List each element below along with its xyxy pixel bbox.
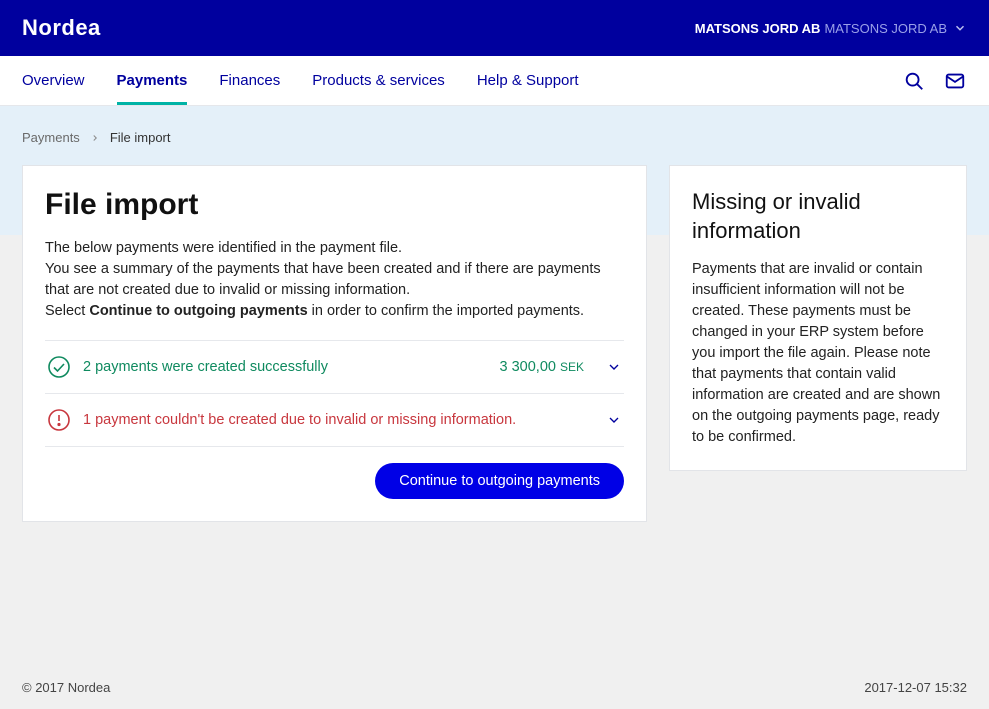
main-card: File import The below payments were iden… — [22, 165, 647, 522]
logo: Nordea — [22, 15, 101, 41]
chevron-right-icon — [90, 133, 100, 143]
mail-icon[interactable] — [943, 70, 967, 92]
footer-copyright: © 2017 Nordea — [22, 680, 110, 695]
account-switcher[interactable]: MATSONS JORD AB MATSONS JORD AB — [695, 21, 967, 36]
nav-overview[interactable]: Overview — [22, 56, 101, 105]
main-nav: Overview Payments Finances Products & se… — [0, 56, 989, 106]
breadcrumb: Payments File import — [22, 130, 967, 145]
status-row-success[interactable]: 2 payments were created successfully 3 3… — [45, 341, 624, 394]
continue-button[interactable]: Continue to outgoing payments — [375, 463, 624, 499]
footer: © 2017 Nordea 2017-12-07 15:32 — [0, 666, 989, 709]
status-error-text: 1 payment couldn't be created due to inv… — [83, 412, 594, 428]
intro-text: The below payments were identified in th… — [45, 238, 624, 322]
intro-line-1: The below payments were identified in th… — [45, 238, 624, 259]
search-icon[interactable] — [903, 70, 925, 92]
breadcrumb-current: File import — [110, 130, 171, 145]
nav-products-services[interactable]: Products & services — [296, 56, 461, 105]
chevron-down-icon — [606, 359, 622, 375]
nav-payments[interactable]: Payments — [101, 56, 204, 105]
top-bar: Nordea MATSONS JORD AB MATSONS JORD AB — [0, 0, 989, 56]
account-primary: MATSONS JORD AB — [695, 21, 821, 36]
status-success-amount: 3 300,00 SEK — [500, 359, 585, 375]
status-success-text: 2 payments were created successfully — [83, 359, 488, 375]
account-secondary: MATSONS JORD AB — [824, 21, 947, 36]
nav-help-support[interactable]: Help & Support — [461, 56, 595, 105]
intro-line-3: Select Continue to outgoing payments in … — [45, 301, 624, 322]
side-title: Missing or invalid information — [692, 188, 944, 245]
chevron-down-icon — [606, 412, 622, 428]
page-title: File import — [45, 188, 624, 222]
check-circle-icon — [47, 355, 71, 379]
footer-timestamp: 2017-12-07 15:32 — [864, 680, 967, 695]
nav-finances[interactable]: Finances — [203, 56, 296, 105]
status-row-error[interactable]: 1 payment couldn't be created due to inv… — [45, 394, 624, 447]
alert-circle-icon — [47, 408, 71, 432]
intro-line-2: You see a summary of the payments that h… — [45, 259, 624, 301]
breadcrumb-parent[interactable]: Payments — [22, 130, 80, 145]
side-card: Missing or invalid information Payments … — [669, 165, 967, 471]
side-body: Payments that are invalid or contain ins… — [692, 259, 944, 448]
chevron-down-icon — [953, 21, 967, 35]
